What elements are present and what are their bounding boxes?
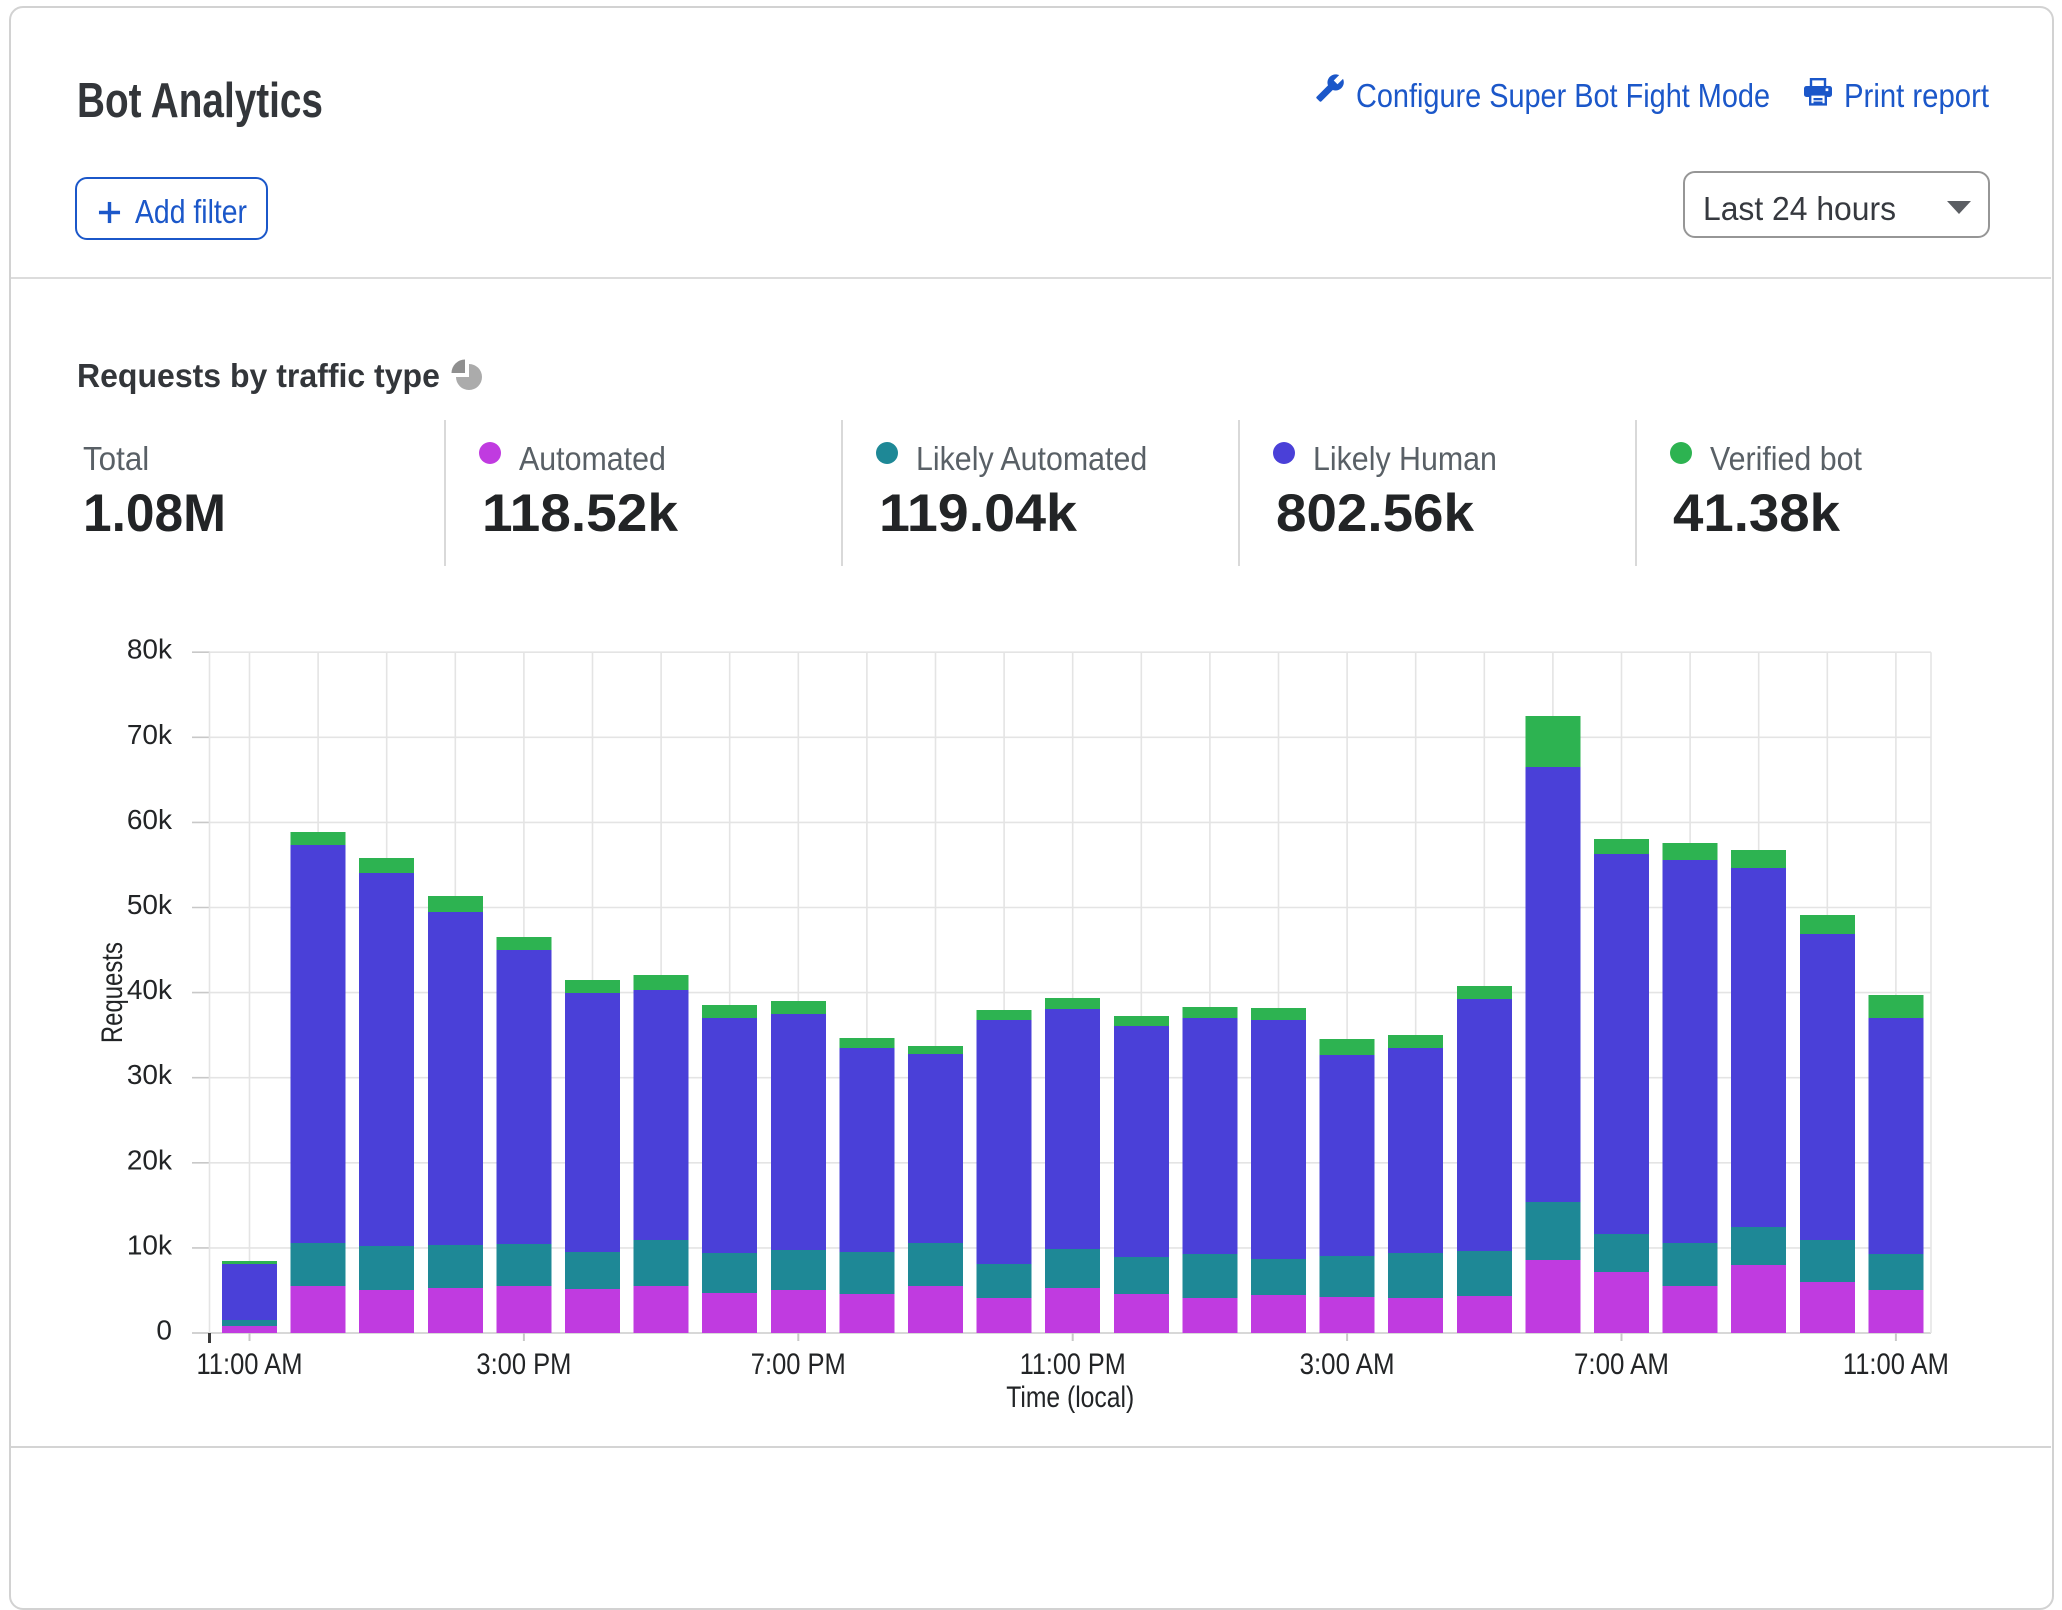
svg-text:0: 0 (156, 1315, 172, 1346)
svg-text:60k: 60k (127, 804, 173, 835)
svg-text:Requests: Requests (96, 942, 129, 1043)
svg-text:50k: 50k (127, 889, 173, 920)
svg-text:11:00 AM: 11:00 AM (1843, 1348, 1949, 1381)
svg-text:10k: 10k (127, 1229, 173, 1260)
svg-text:40k: 40k (127, 974, 173, 1005)
svg-text:30k: 30k (127, 1059, 173, 1090)
svg-text:7:00 AM: 7:00 AM (1574, 1348, 1669, 1381)
svg-text:3:00 AM: 3:00 AM (1300, 1348, 1395, 1381)
svg-text:80k: 80k (127, 634, 173, 665)
svg-text:3:00 PM: 3:00 PM (476, 1348, 571, 1381)
svg-text:70k: 70k (127, 719, 173, 750)
svg-text:11:00 AM: 11:00 AM (197, 1348, 303, 1381)
svg-text:11:00 PM: 11:00 PM (1020, 1348, 1126, 1381)
svg-text:Time (local): Time (local) (1006, 1381, 1134, 1414)
svg-text:7:00 PM: 7:00 PM (751, 1348, 846, 1381)
svg-text:20k: 20k (127, 1144, 173, 1175)
